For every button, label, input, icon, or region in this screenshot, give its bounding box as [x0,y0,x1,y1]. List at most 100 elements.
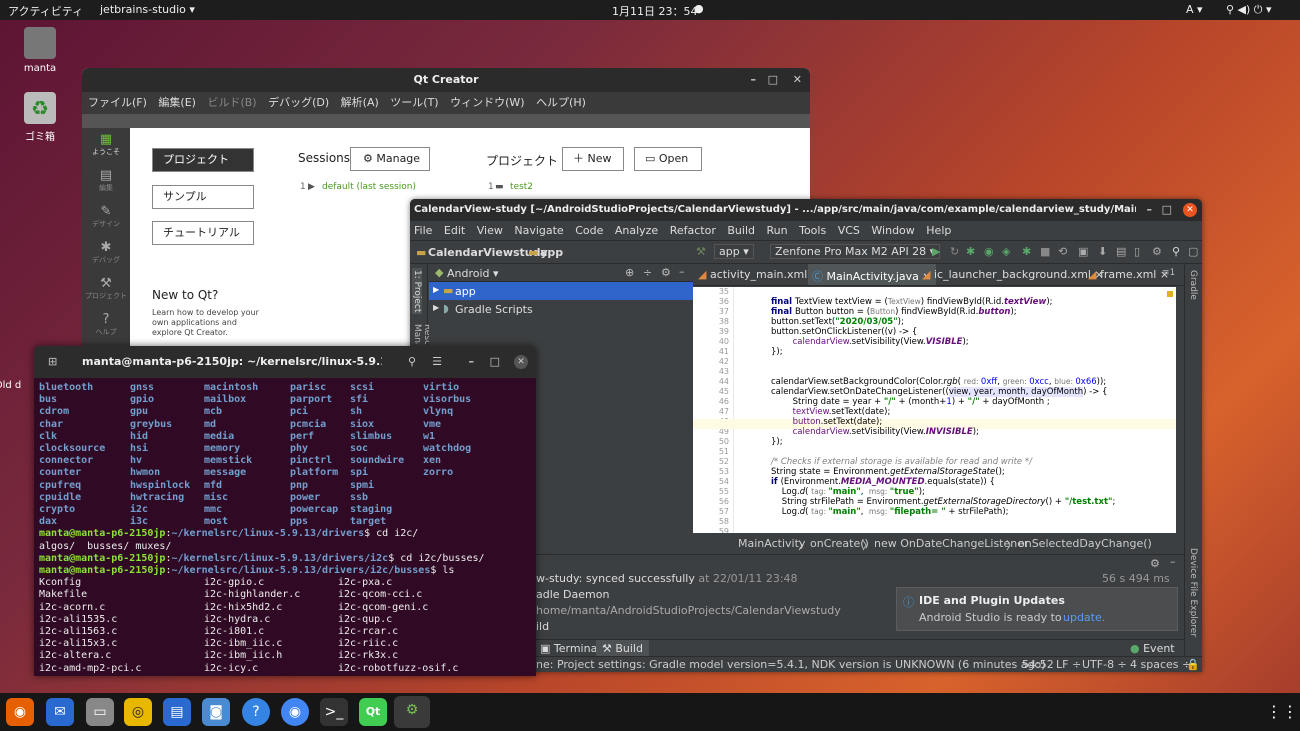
as-menu-tools[interactable]: Tools [799,221,826,241]
build-line-daemon[interactable]: adle Daemon [536,588,609,601]
qt-projects-tab-button[interactable]: プロジェクト [152,148,254,172]
debug-icon[interactable]: ✱ [966,245,975,258]
as-menu-code[interactable]: Code [575,221,603,241]
qt-menu-build[interactable]: ビルド(B) [207,92,256,114]
desktop-home-folder[interactable]: manta [0,27,80,74]
as-menu-build[interactable]: Build [727,221,755,241]
status-message[interactable]: ne: Project settings: Gradle model versi… [536,658,1045,671]
status-caret-position[interactable]: 54:52 [1022,658,1054,671]
as-menu-run[interactable]: Run [767,221,788,241]
search-icon[interactable]: ⚲ [1172,245,1180,258]
as-tab-activity-main[interactable]: ◢ activity_main.xml × [698,268,820,281]
qt-mode-edit[interactable]: ▤ 編集 [82,164,130,200]
as-project-tool-tab[interactable]: 1: Project [412,268,422,315]
device-file-explorer-tab[interactable]: Device File Explorer [1188,548,1198,637]
clock[interactable]: 1月11日 23：54 [612,3,698,19]
qt-close-button[interactable]: ✕ [793,68,802,92]
stop-icon[interactable]: ■ [1040,245,1050,258]
qt-mode-projects[interactable]: ⚒ プロジェクト [82,272,130,308]
as-breadcrumb-module[interactable]: app [540,246,563,259]
qt-mode-welcome[interactable]: ▦ ようこそ [82,128,130,164]
qt-minimize-button[interactable]: – [751,68,757,92]
thunderbird-icon[interactable]: ✉ [46,698,74,726]
settings-icon[interactable]: ⚙ [1152,245,1162,258]
desktop-trash[interactable]: ♻ ゴミ箱 [0,92,80,143]
input-method[interactable]: A ▾ [1186,3,1203,16]
profile-icon[interactable]: ◉ [984,245,994,258]
terminal-minimize-button[interactable]: – [469,346,475,378]
hammer-icon[interactable]: ⚒ [696,245,706,258]
terminal-tool-tab[interactable]: ▣ Terminal [540,642,600,655]
build-sync-line[interactable]: w-study: synced successfully at 22/01/11… [536,572,798,585]
crumb-callback[interactable]: onSelectedDayChange() [1018,537,1152,550]
gradle-tool-tab[interactable]: Gradle [1188,270,1198,300]
as-device-select[interactable]: Zenfone Pro Max M2 API 28 ▾ [770,244,941,259]
activities-button[interactable]: アクティビティ [8,3,83,19]
as-tab-mainactivity[interactable]: Ⓒ MainActivity.java × [808,264,936,285]
update-notification[interactable]: ⓘ IDE and Plugin Updates Android Studio … [896,587,1178,631]
qt-manage-button[interactable]: ⚙ Manage [350,147,430,171]
as-project-view-select[interactable]: Android ▾ [447,267,499,280]
as-menu-window[interactable]: Window [871,221,914,241]
collapse-icon[interactable]: ÷ [643,266,652,279]
new-tab-icon[interactable]: ⊞ [48,346,57,378]
sdk-manager-icon[interactable]: ⬇ [1098,245,1107,258]
crumb-method[interactable]: onCreate() [810,537,869,550]
build-line-build[interactable]: ild [536,620,549,633]
firefox-icon[interactable]: ◉ [6,698,34,726]
qt-menu-tools[interactable]: ツール(T) [390,92,438,114]
as-menu-vcs[interactable]: VCS [838,221,860,241]
terminal-close-button[interactable]: ✕ [514,355,528,369]
as-maximize-button[interactable]: □ [1162,199,1172,221]
qt-creator-icon[interactable]: Qt [359,698,387,726]
run-icon[interactable]: ▶ [932,245,940,258]
as-menu-help[interactable]: Help [926,221,951,241]
qt-open-project-button[interactable]: ▭ Open [634,147,702,171]
qt-menu-debug[interactable]: デバッグ(D) [268,92,329,114]
help-icon[interactable]: ? [242,698,270,726]
show-apps-icon[interactable]: ⋮⋮ [1266,698,1294,726]
as-minimize-button[interactable]: – [1147,199,1153,221]
crumb-class[interactable]: MainActivity [738,537,805,550]
status-indent[interactable]: 4 spaces ÷ [1130,658,1191,671]
avd-manager-icon[interactable]: ▣ [1078,245,1088,258]
system-status-icons[interactable]: ⚲ ◀) ⏻ ▾ [1226,3,1272,17]
as-tree-item-gradle[interactable]: ▶ ◗ Gradle Scripts [429,300,693,318]
as-menu-view[interactable]: View [477,221,503,241]
sync-gradle-icon[interactable]: ⟲ [1058,245,1067,258]
device-manager-icon[interactable]: ▯ [1134,245,1140,258]
qt-mode-design[interactable]: ✎ デザイン [82,200,130,236]
terminal-menu-icon[interactable]: ☰ [432,346,442,378]
app-menu[interactable]: jetbrains-studio ▾ [100,3,195,16]
qt-menu-edit[interactable]: 編集(E) [158,92,196,114]
update-link[interactable]: update. [1063,611,1105,624]
terminal-maximize-button[interactable]: □ [490,346,500,378]
desktop-old-item[interactable]: Old d [0,380,38,391]
qt-new-project-button[interactable]: ＋ New [562,147,624,171]
hide-icon[interactable]: – [1170,555,1176,568]
apply-changes-icon[interactable]: ✱ [1022,245,1031,258]
as-menu-file[interactable]: File [414,221,432,241]
qt-mode-help[interactable]: ? ヘルプ [82,308,130,344]
qt-menu-help[interactable]: ヘルプ(H) [536,92,586,114]
qt-maximize-button[interactable]: □ [768,68,778,92]
as-tab-overflow[interactable]: ≡1 [1162,268,1175,278]
qt-project-item[interactable]: test2 [510,182,533,192]
status-line-separator[interactable]: LF ÷ [1056,658,1081,671]
chrome-icon[interactable]: ◉ [281,698,309,726]
terminal-search-icon[interactable]: ⚲ [408,346,416,378]
as-menu-refactor[interactable]: Refactor [670,221,716,241]
gear-icon[interactable]: ⚙ [661,266,671,279]
qt-examples-button[interactable]: サンプル [152,185,254,209]
as-tree-item-app[interactable]: ▶ ▬ app [429,282,693,300]
as-close-button[interactable]: ✕ [1183,203,1197,217]
attach-debugger-icon[interactable]: ◈ [1002,245,1010,258]
gear-icon[interactable]: ⚙ [1150,557,1160,570]
qt-mode-debug[interactable]: ✱ デバッグ [82,236,130,272]
locate-icon[interactable]: ⊕ [625,266,634,279]
as-code-editor[interactable]: 3536373839404142434445464748495051525354… [693,287,1176,533]
as-menu-navigate[interactable]: Navigate [514,221,563,241]
lock-icon[interactable]: 🔒 [1186,658,1200,671]
as-tab-frame[interactable]: ◢ frame.xml × [1088,268,1169,281]
inspection-indicator[interactable] [1167,291,1173,297]
